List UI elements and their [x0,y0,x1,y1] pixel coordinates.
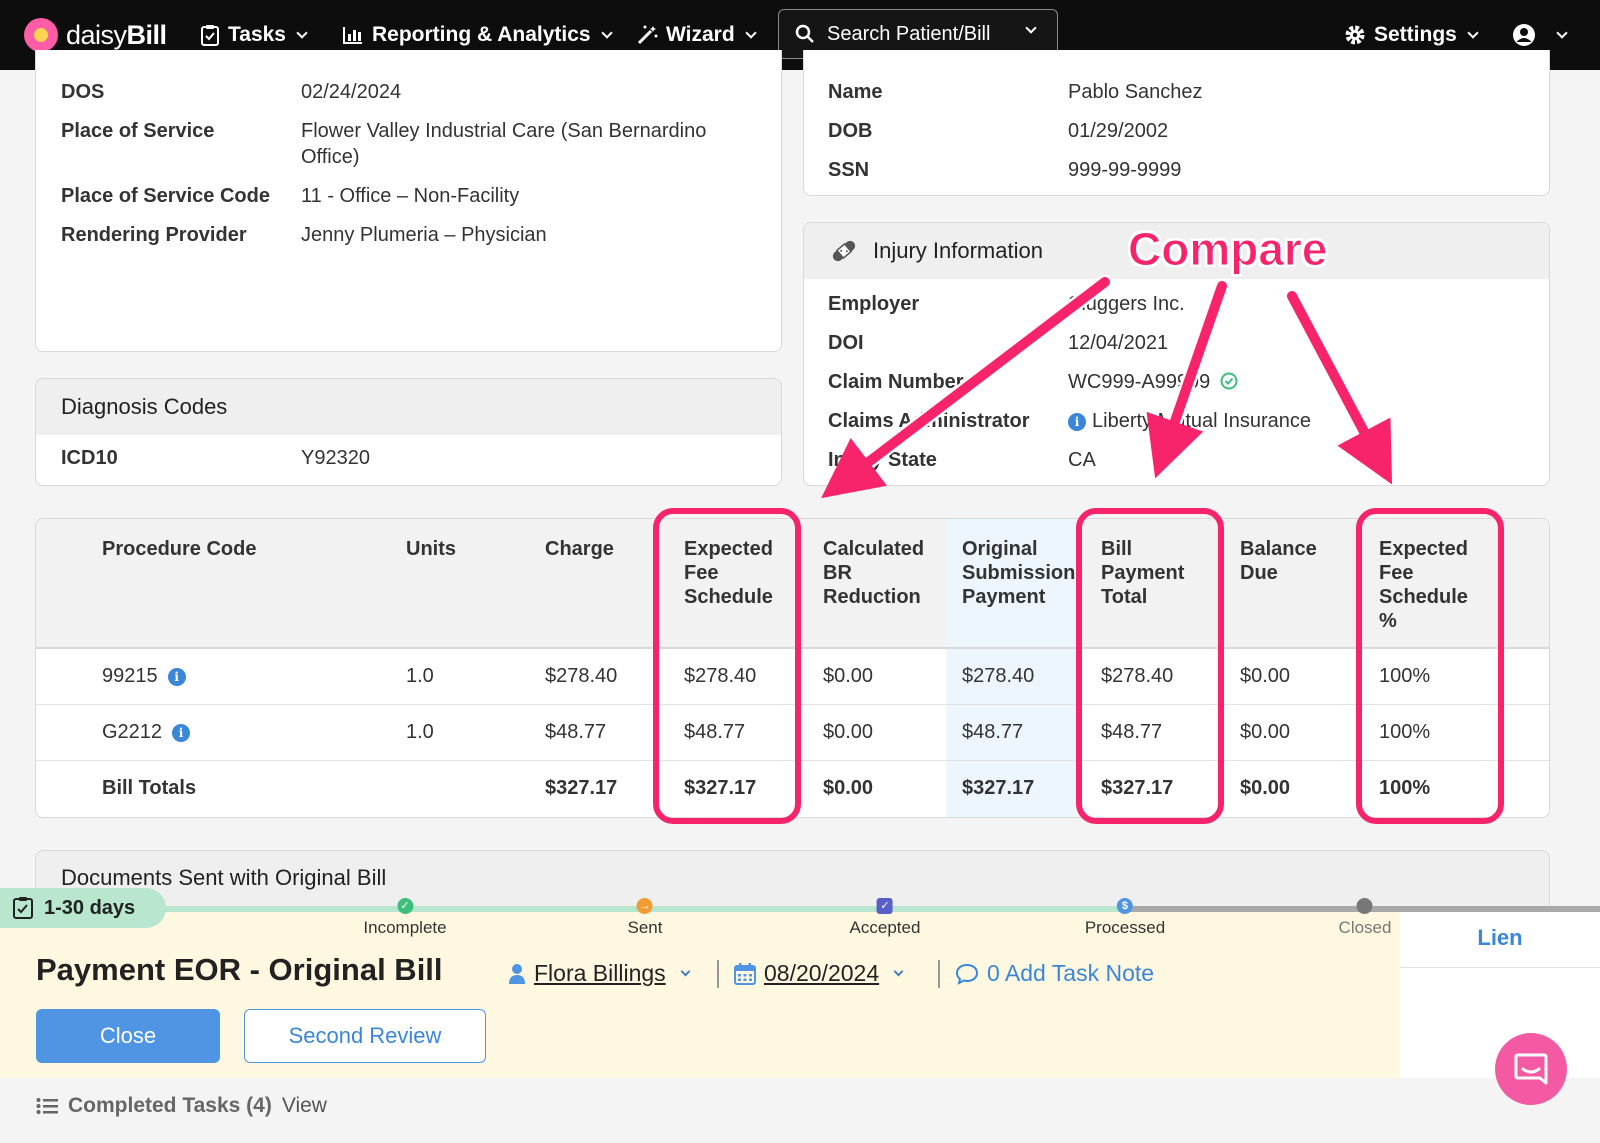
clipboard-check-icon [13,897,33,919]
tab-lien[interactable]: Lien [1400,908,1600,968]
chat-launcher-button[interactable] [1495,1033,1567,1105]
close-button[interactable]: Close [36,1009,220,1063]
days-badge: 1-30 days [0,888,166,928]
user-circle-icon [1513,24,1535,46]
step-sent[interactable]: → Sent [628,898,662,938]
user-icon [509,963,525,984]
bandage-icon [832,240,856,262]
magic-wand-icon [637,25,658,45]
chevron-down-icon [680,966,691,976]
chevron-down-icon [893,966,904,976]
view-completed-link[interactable]: View [282,1094,327,1118]
verified-check-icon [1220,372,1238,390]
add-task-note-link[interactable]: 0 Add Task Note [955,960,1154,987]
list-icon [36,1098,58,1114]
chat-icon [1514,1053,1548,1085]
highlight-box-expected-fee-schedule-percent [1356,508,1504,824]
highlight-box-expected-fee-schedule [653,508,801,824]
clipboard-check-icon [201,25,219,46]
task-title: Payment EOR - Original Bill [36,952,443,987]
col-balance-due: Balance Due [1240,538,1317,584]
bar-chart-icon [343,27,362,44]
col-calculated-br-reduction: Calculated BR Reduction [823,538,925,608]
assignee-select[interactable]: Flora Billings [508,960,691,987]
check-icon: ✓ [396,898,413,914]
checkbox-icon: ✓ [876,898,893,914]
chevron-down-icon [1556,26,1568,39]
due-date-select[interactable]: 08/20/2024 [734,960,904,987]
speech-bubble-icon [955,963,979,985]
diagnosis-codes-header: Diagnosis Codes [36,379,781,435]
diagnosis-codes-card: Diagnosis Codes [35,378,782,486]
info-icon[interactable]: i [172,724,191,742]
calendar-icon [734,962,756,985]
search-placeholder: Search Patient/Bill [827,22,991,45]
step-accepted[interactable]: ✓ Accepted [850,898,920,938]
col-original-submission-payment: Original Submission Payment [962,538,1076,608]
step-processed[interactable]: $ Processed [1085,898,1165,938]
dot-icon [1356,898,1373,914]
chevron-down-icon [1025,22,1037,34]
second-review-button[interactable]: Second Review [244,1009,486,1063]
search-icon [795,24,814,43]
gear-icon [1345,25,1365,45]
step-incomplete[interactable]: ✓ Incomplete [363,898,447,938]
step-closed[interactable]: Closed [1339,898,1391,938]
info-icon: i [1068,413,1086,431]
dollar-icon: $ [1116,898,1133,914]
injury-info-title: Injury Information [873,238,1043,263]
info-icon[interactable]: i [167,668,186,686]
claims-administrator-link[interactable]: i Liberty Mutual Insurance [1068,408,1311,434]
compare-annotation-label: Compare [1127,223,1328,276]
daisy-logo-icon [24,18,58,52]
completed-tasks[interactable]: Completed Tasks (4) View [36,1094,327,1118]
highlight-box-bill-payment-total [1076,508,1224,824]
arrow-right-icon: → [636,898,653,914]
